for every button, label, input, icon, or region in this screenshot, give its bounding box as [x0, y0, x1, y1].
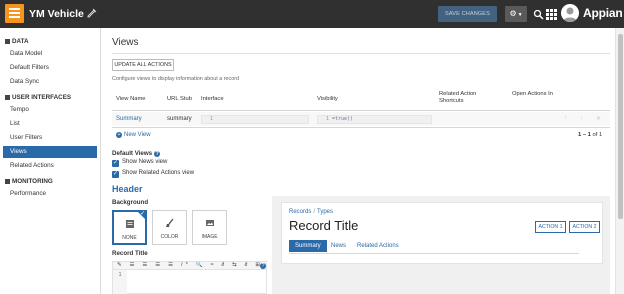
move-up-icon[interactable]: ↑	[564, 115, 567, 121]
paint-brush-icon	[165, 218, 174, 227]
sidebar-section-data: DATA	[5, 38, 29, 45]
views-description: Configure views to display information a…	[112, 76, 240, 82]
pagination-info: 1 – 1 of 1	[578, 132, 603, 138]
expression-editor-toolbar[interactable]: ✎ ☰ ☰ ☰ ☰ /* 🔍 ≈ ∂ ⇆ ∂ ⊞	[112, 261, 267, 270]
breadcrumb-records[interactable]: Records	[289, 209, 311, 215]
sidebar: DATA Data Model Default Filters Data Syn…	[0, 28, 101, 294]
user-silhouette-icon	[563, 7, 577, 22]
sidebar-item-performance[interactable]: Performance	[3, 188, 97, 200]
sidebar-item-views[interactable]: Views	[3, 146, 97, 158]
sidebar-item-list[interactable]: List	[3, 118, 97, 130]
search-people-icon[interactable]	[533, 9, 544, 20]
column-header-open-actions-in: Open Actions In	[512, 91, 553, 97]
background-option-none[interactable]: NONE ✓	[112, 210, 147, 245]
app-logo-icon[interactable]	[5, 4, 24, 23]
action-1-button[interactable]: ACTION 1	[535, 221, 566, 233]
show-related-actions-view-checkbox[interactable]: ✓ Show Related Actions view	[112, 170, 194, 178]
record-title-preview: Record Title	[289, 218, 359, 233]
edit-icon[interactable]	[87, 8, 97, 18]
sidebar-item-data-model[interactable]: Data Model	[3, 48, 97, 60]
table-row-divider	[112, 127, 610, 128]
divider	[112, 53, 610, 54]
sidebar-item-default-filters[interactable]: Default Filters	[3, 62, 97, 74]
checkbox-checked-icon: ✓	[112, 171, 119, 178]
interface-expression-field[interactable]: 1	[201, 115, 309, 124]
vertical-scrollbar[interactable]	[615, 28, 624, 294]
image-icon	[205, 220, 214, 226]
line-number: 1	[113, 270, 127, 294]
header-preview-area: Records / Types Record Title ACTION 1 ACTI…	[272, 196, 610, 294]
column-header-view-name: View Name	[116, 96, 146, 102]
header-section-title: Header	[112, 184, 143, 194]
checkbox-checked-icon: ✓	[112, 160, 119, 167]
tab-related-actions[interactable]: Related Actions	[357, 240, 399, 252]
top-bar: YM Vehicle SAVE CHANGES ⚙▼ Appian	[0, 0, 624, 28]
visibility-expression-field[interactable]: 1 =true()	[317, 115, 432, 124]
column-header-related-action-shortcuts: Related Action Shortcuts	[439, 91, 477, 104]
monitoring-icon	[5, 178, 10, 184]
sidebar-section-monitoring: MONITORING	[5, 178, 53, 185]
background-label: Background	[112, 199, 149, 206]
app-grid-icon[interactable]	[546, 9, 557, 20]
database-icon	[5, 38, 10, 44]
sidebar-item-user-filters[interactable]: User Filters	[3, 132, 97, 144]
page-title: Views	[112, 37, 139, 48]
view-name-link[interactable]: Summary	[116, 116, 142, 122]
url-stub-cell: summary	[167, 116, 192, 122]
help-icon[interactable]: ?	[154, 151, 161, 157]
column-header-visibility: Visibility	[317, 96, 338, 102]
settings-menu-button[interactable]: ⚙▼	[505, 6, 527, 22]
appian-logo: Appian	[583, 6, 623, 20]
tab-news[interactable]: News	[331, 240, 346, 252]
add-icon: +	[116, 132, 122, 138]
chevron-down-icon: ▼	[517, 12, 523, 18]
table-header-divider	[112, 110, 610, 111]
column-header-interface: Interface	[201, 96, 224, 102]
remove-row-icon[interactable]: ✕	[596, 115, 601, 122]
tab-summary[interactable]: Summary	[289, 240, 327, 252]
record-title-label: Record Title	[112, 250, 148, 257]
expression-help-icon[interactable]: ?	[260, 263, 266, 269]
action-2-button[interactable]: ACTION 2	[569, 221, 600, 233]
gear-icon: ⚙	[509, 9, 517, 18]
sidebar-item-tempo[interactable]: Tempo	[3, 104, 97, 116]
record-title-expression-editor[interactable]: 1	[112, 270, 267, 294]
sidebar-item-data-sync[interactable]: Data Sync	[3, 76, 97, 88]
sidebar-item-related-actions[interactable]: Related Actions	[3, 160, 97, 172]
move-down-icon[interactable]: ↓	[580, 115, 583, 121]
scrollbar-thumb[interactable]	[618, 34, 623, 219]
app-title[interactable]: YM Vehicle	[29, 8, 84, 20]
new-view-link[interactable]: + New View	[116, 132, 151, 138]
breadcrumb: Records / Types	[289, 209, 334, 215]
default-views-label: Default Views?	[112, 150, 161, 157]
show-news-view-checkbox[interactable]: ✓ Show News view	[112, 159, 167, 167]
main-content: Views UPDATE ALL ACTIONS Configure views…	[103, 28, 615, 294]
breadcrumb-types[interactable]: Types	[317, 209, 333, 215]
save-changes-button[interactable]: SAVE CHANGES	[438, 6, 497, 22]
record-header-preview: Records / Types Record Title ACTION 1 ACTI…	[281, 202, 603, 264]
background-option-color[interactable]: COLOR	[152, 210, 187, 245]
interface-icon	[5, 94, 10, 100]
column-header-url-stub: URL Stub	[167, 96, 192, 102]
background-option-image[interactable]: IMAGE	[192, 210, 227, 245]
tab-underline	[289, 253, 579, 254]
update-all-actions-button[interactable]: UPDATE ALL ACTIONS	[112, 59, 174, 71]
document-icon	[125, 220, 134, 228]
user-avatar[interactable]	[561, 4, 579, 22]
sidebar-section-user-interfaces: USER INTERFACES	[5, 94, 71, 101]
check-icon: ✓	[139, 211, 145, 217]
